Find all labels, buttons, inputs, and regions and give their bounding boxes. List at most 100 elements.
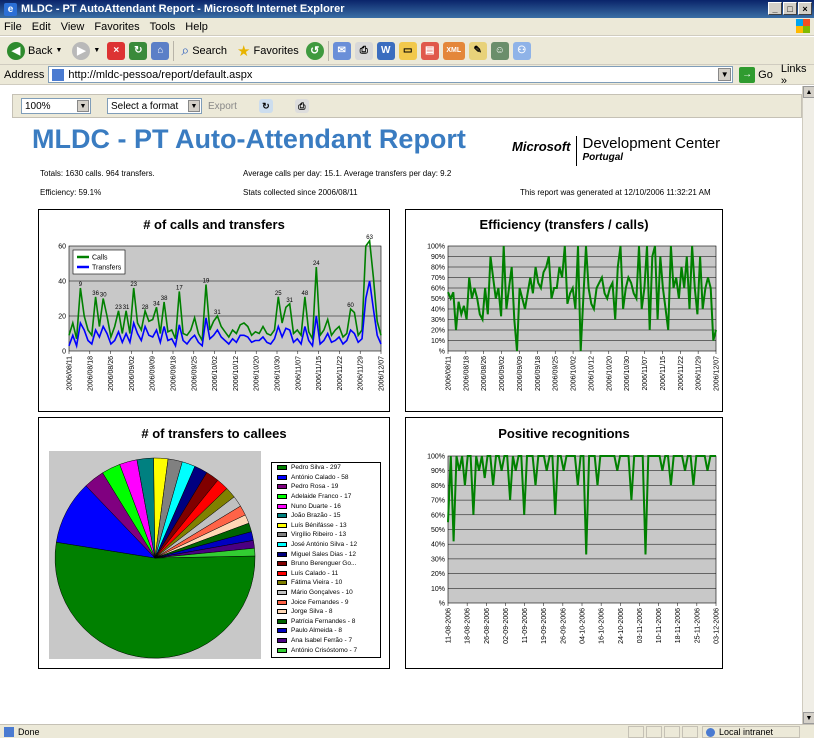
legend-label: Joice Fernandes - 9 (291, 598, 349, 606)
export-link[interactable]: Export (208, 101, 237, 112)
x-tick-label: 19-09-2006 (541, 608, 548, 644)
back-button[interactable]: ◀ Back ▼ (4, 40, 65, 62)
legend-item: Jorge Silva - 8 (272, 607, 380, 617)
stat-generated: This report was generated at 12/10/2006 … (520, 188, 711, 197)
x-tick-label: 2006/10/30 (275, 356, 282, 391)
y-tick-label: 100% (427, 244, 445, 251)
favorites-label: Favorites (253, 44, 299, 57)
x-tick-label: 2006/08/18 (463, 356, 470, 391)
legend-swatch (277, 637, 287, 643)
y-tick-label: 80% (431, 483, 445, 490)
maximize-button[interactable]: □ (783, 2, 797, 15)
legend-item: José António Silva - 12 (272, 540, 380, 550)
data-label: 60 (347, 303, 354, 309)
menu-help[interactable]: Help (185, 21, 208, 33)
scroll-down-icon[interactable]: ▼ (803, 712, 814, 724)
x-tick-label: 2006/11/15 (660, 356, 667, 391)
x-tick-label: 03-11-2006 (637, 608, 644, 643)
chevron-down-icon: ▼ (188, 100, 200, 112)
links-button[interactable]: Links » (781, 63, 814, 87)
legend-label: Mário Gonçalves - 10 (291, 589, 353, 597)
legend-swatch (277, 522, 287, 528)
close-button[interactable]: × (798, 2, 812, 15)
print-report-icon[interactable]: ⎙ (294, 99, 309, 113)
legend-label: Transfers (92, 265, 122, 272)
x-tick-label: 2006/08/11 (446, 356, 453, 391)
mail-icon[interactable]: ✉ (332, 41, 351, 60)
legend-swatch (277, 513, 287, 519)
legend-swatch (277, 542, 287, 548)
back-arrow-icon: ◀ (7, 41, 25, 60)
research-icon[interactable]: ✎ (468, 41, 487, 60)
vertical-scrollbar[interactable]: ▲ ▼ (802, 86, 814, 724)
y-tick-label: 50% (431, 296, 445, 303)
address-dropdown-icon[interactable]: ▼ (718, 68, 732, 81)
legend-label: Patrícia Fernandes - 8 (291, 617, 356, 625)
menu-edit[interactable]: Edit (32, 21, 51, 33)
star-icon: ★ (237, 42, 251, 60)
legend-label: João Brazão - 15 (291, 512, 341, 520)
menu-file[interactable]: File (4, 21, 22, 33)
go-button[interactable]: → Go (739, 66, 773, 83)
pdf-icon[interactable]: ▤ (420, 41, 439, 60)
chevron-down-icon: ▼ (93, 47, 101, 54)
address-input[interactable]: http://mldc-pessoa/report/default.aspx ▼ (48, 66, 734, 83)
scroll-up-icon[interactable]: ▲ (803, 86, 814, 98)
refresh-icon[interactable]: ↻ (129, 41, 148, 60)
toolbar-separator (173, 40, 175, 61)
x-tick-label: 25-11-2006 (694, 608, 701, 643)
legend-item: Luís Calado - 11 (272, 569, 380, 579)
search-button[interactable]: ⌕ Search (178, 40, 230, 62)
legend-item: João Brazão - 15 (272, 511, 380, 521)
legend-swatch (277, 561, 287, 567)
x-tick-label: 2006/09/09 (150, 356, 157, 391)
home-icon[interactable]: ⌂ (151, 41, 170, 60)
x-tick-label: 2006/10/02 (212, 356, 219, 391)
window-title: MLDC - PT AutoAttendant Report - Microso… (21, 3, 345, 15)
menu-tools[interactable]: Tools (150, 21, 176, 33)
toolbar-separator (327, 40, 329, 61)
history-icon[interactable]: ↺ (305, 41, 324, 60)
y-tick-label: % (439, 601, 445, 608)
format-select[interactable]: Select a format ▼ (107, 98, 202, 114)
forward-button[interactable]: ▶ ▼ (69, 40, 103, 62)
y-tick-label: 20% (431, 571, 445, 578)
legend-swatch (277, 532, 287, 538)
format-value: Select a format (111, 100, 179, 112)
status-cell (646, 726, 662, 738)
x-tick-label: 2006/10/12 (588, 356, 595, 391)
folder-icon[interactable]: ▭ (398, 41, 417, 60)
legend-label: Luís Bénifásse - 13 (291, 521, 347, 529)
users-icon[interactable]: ⚇ (512, 41, 531, 60)
zone-label: Local intranet (719, 727, 774, 737)
status-cell (664, 726, 680, 738)
menu-favorites[interactable]: Favorites (94, 21, 139, 33)
y-tick-label: 40 (58, 279, 66, 286)
y-tick-label: 100% (427, 454, 445, 461)
favorites-button[interactable]: ★ Favorites (234, 40, 302, 62)
search-label: Search (192, 44, 228, 57)
address-bar: Address http://mldc-pessoa/report/defaul… (0, 63, 814, 87)
report-toolbar: 100% ▼ Select a format ▼ Export ↻ ⎙ (12, 94, 802, 118)
menu-view[interactable]: View (61, 21, 85, 33)
page-icon (52, 68, 65, 81)
messenger-icon[interactable]: ☺ (490, 41, 509, 60)
data-label: 23 (130, 282, 137, 288)
y-tick-label: 20 (58, 314, 66, 321)
legend-swatch (277, 590, 287, 596)
legend-swatch (277, 599, 287, 605)
minimize-button[interactable]: _ (768, 2, 782, 15)
data-label: 31 (123, 305, 130, 311)
stop-icon[interactable]: × (107, 41, 126, 60)
edit-word-icon[interactable]: W (376, 41, 395, 60)
legend-label: Jorge Silva - 8 (291, 608, 333, 616)
zoom-select[interactable]: 100% ▼ (21, 98, 91, 114)
x-tick-label: 2006/10/02 (571, 356, 578, 391)
legend-swatch (277, 609, 287, 615)
legend-swatch (277, 580, 287, 586)
xml-icon[interactable]: XML (442, 41, 465, 60)
refresh-report-icon[interactable]: ↻ (258, 99, 273, 113)
data-label: 17 (176, 286, 183, 292)
print-icon[interactable]: ⎙ (354, 41, 373, 60)
data-label: 30 (100, 293, 107, 299)
